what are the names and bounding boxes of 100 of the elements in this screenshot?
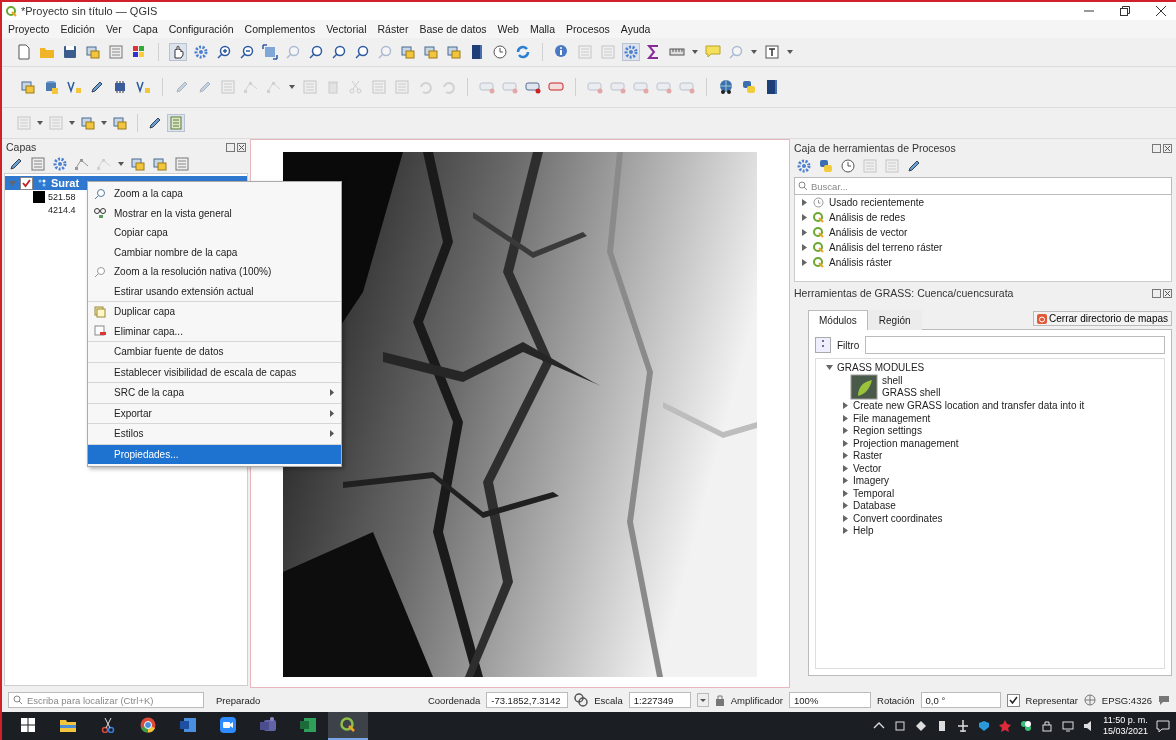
close-mapset-button[interactable]: Cerrar directorio de mapas <box>1033 311 1172 326</box>
magnifier-icon[interactable] <box>331 44 347 60</box>
menu-item[interactable]: Ráster <box>377 23 409 35</box>
caret-icon[interactable] <box>289 84 295 90</box>
menu-item[interactable]: Complementos <box>244 23 316 35</box>
folder-icon[interactable] <box>60 718 76 732</box>
tree-item[interactable]: Vector <box>820 462 1160 475</box>
dropdown-icon[interactable] <box>696 693 709 707</box>
expand-arrow-icon[interactable] <box>801 214 808 221</box>
caret-icon[interactable] <box>101 120 107 126</box>
tree-item[interactable]: Projection management <box>820 437 1160 450</box>
tab[interactable]: Región <box>867 310 922 330</box>
layer-icon[interactable] <box>152 156 168 172</box>
magnifier-icon[interactable] <box>354 44 370 60</box>
gear-icon[interactable] <box>623 44 639 60</box>
menu-item[interactable]: Propiedades... <box>88 443 341 464</box>
menu-item[interactable]: Procesos <box>566 23 610 35</box>
scissors-icon[interactable] <box>101 717 115 733</box>
chip-icon[interactable] <box>112 79 128 95</box>
tree-item[interactable]: Region settings <box>820 424 1160 437</box>
pencil-icon[interactable] <box>89 79 105 95</box>
restore-icon[interactable] <box>1120 6 1130 16</box>
menu-item[interactable]: Base de datos <box>419 23 487 35</box>
filter-field[interactable] <box>865 336 1165 354</box>
tree-item[interactable]: GRASS MODULES <box>820 361 1160 374</box>
tree-item[interactable]: Análisis de redes <box>795 210 1171 225</box>
scale-field[interactable]: 1:227349 <box>628 692 691 708</box>
menu-item[interactable]: Establecer visibilidad de escala de capas <box>88 361 341 382</box>
browser-icon[interactable] <box>140 717 156 733</box>
book-icon[interactable] <box>764 79 780 95</box>
refresh-icon[interactable] <box>515 44 531 60</box>
menu-item[interactable]: Web <box>497 23 519 35</box>
menu-item[interactable]: Edición <box>60 23 95 35</box>
menu-item[interactable]: SRC de la capa <box>88 382 341 403</box>
vector-icon[interactable] <box>66 79 82 95</box>
tree-item[interactable]: File management <box>820 412 1160 425</box>
menu-item[interactable]: Malla <box>529 23 556 35</box>
expand-arrow-icon[interactable] <box>801 259 808 266</box>
layer-icon[interactable] <box>80 115 96 131</box>
expand-arrow-icon[interactable] <box>842 452 849 460</box>
zoom-out-icon[interactable] <box>239 44 255 60</box>
caret-icon[interactable] <box>751 49 757 55</box>
expand-arrow-icon[interactable] <box>842 427 849 435</box>
label-icon[interactable] <box>525 79 541 95</box>
expand-arrow-icon[interactable] <box>842 414 849 422</box>
close-icon[interactable] <box>237 142 246 152</box>
search-field[interactable]: Buscar... <box>794 177 1172 195</box>
expand-arrow-icon[interactable] <box>842 464 849 472</box>
caret-icon[interactable] <box>787 49 793 55</box>
magnifier-field[interactable]: 100% <box>789 692 872 708</box>
info-icon[interactable] <box>554 44 570 60</box>
lock-icon[interactable] <box>1040 720 1053 732</box>
layer-icon[interactable] <box>423 44 439 60</box>
node-tool-icon[interactable] <box>96 156 112 172</box>
layer-icon[interactable] <box>400 44 416 60</box>
float-icon[interactable] <box>226 142 235 152</box>
tree-item[interactable]: Análisis ráster <box>795 255 1171 270</box>
expand-arrow-icon[interactable] <box>842 477 849 485</box>
zoom-in-icon[interactable] <box>216 44 232 60</box>
menu-item[interactable]: Exportar <box>88 402 341 423</box>
tree-item[interactable]: Análisis de vector <box>795 225 1171 240</box>
expand-arrow-icon[interactable] <box>826 363 833 371</box>
app-icon[interactable] <box>340 717 356 733</box>
book-icon[interactable] <box>469 44 485 60</box>
expand-arrow-icon[interactable] <box>842 502 849 510</box>
magnifier-icon[interactable] <box>308 44 324 60</box>
crs-label[interactable]: EPSG:4326 <box>1101 694 1152 706</box>
menu-item[interactable]: Zoom a la resolución nativa (100%) <box>88 262 341 282</box>
coordinate-field[interactable]: -73.1852,7.3142 <box>486 692 569 708</box>
caret-icon[interactable] <box>692 49 698 55</box>
messages-icon[interactable] <box>1158 694 1170 706</box>
node-tool-icon[interactable] <box>74 156 90 172</box>
full-extent-icon[interactable] <box>262 44 278 60</box>
menu-item[interactable]: Cambiar nombre de la capa <box>88 242 341 262</box>
node-tool-icon[interactable] <box>266 79 282 95</box>
layer-icon[interactable] <box>85 44 101 60</box>
tree-item[interactable]: Raster <box>820 449 1160 462</box>
pencil-icon[interactable] <box>906 158 922 174</box>
clock-icon[interactable] <box>840 158 856 174</box>
expand-arrow-icon[interactable] <box>801 244 808 251</box>
tree-item[interactable]: Usado recientemente <box>795 195 1171 210</box>
expand-arrow-icon[interactable] <box>801 199 808 206</box>
close-icon[interactable] <box>1156 6 1166 16</box>
filter-toggle-button[interactable] <box>815 337 831 353</box>
menu-item[interactable]: Proyecto <box>8 23 50 35</box>
expand-arrow-icon[interactable] <box>842 514 849 522</box>
globe-icon[interactable] <box>718 79 734 95</box>
pencil-icon[interactable] <box>147 115 163 131</box>
expand-arrow-icon[interactable] <box>801 229 808 236</box>
menu-item[interactable]: Cambiar fuente de datos <box>88 341 341 362</box>
lock-icon[interactable] <box>714 694 725 706</box>
save-icon[interactable] <box>62 44 78 60</box>
video-camera-icon[interactable] <box>220 717 236 733</box>
caret-icon[interactable] <box>37 120 43 126</box>
database-icon[interactable] <box>43 79 59 95</box>
float-icon[interactable] <box>1152 288 1161 298</box>
gear-icon[interactable] <box>193 44 209 60</box>
monitor-icon[interactable] <box>1061 720 1074 732</box>
tree-item[interactable]: Convert coordinates <box>820 512 1160 525</box>
tree-item[interactable]: Help <box>820 524 1160 537</box>
